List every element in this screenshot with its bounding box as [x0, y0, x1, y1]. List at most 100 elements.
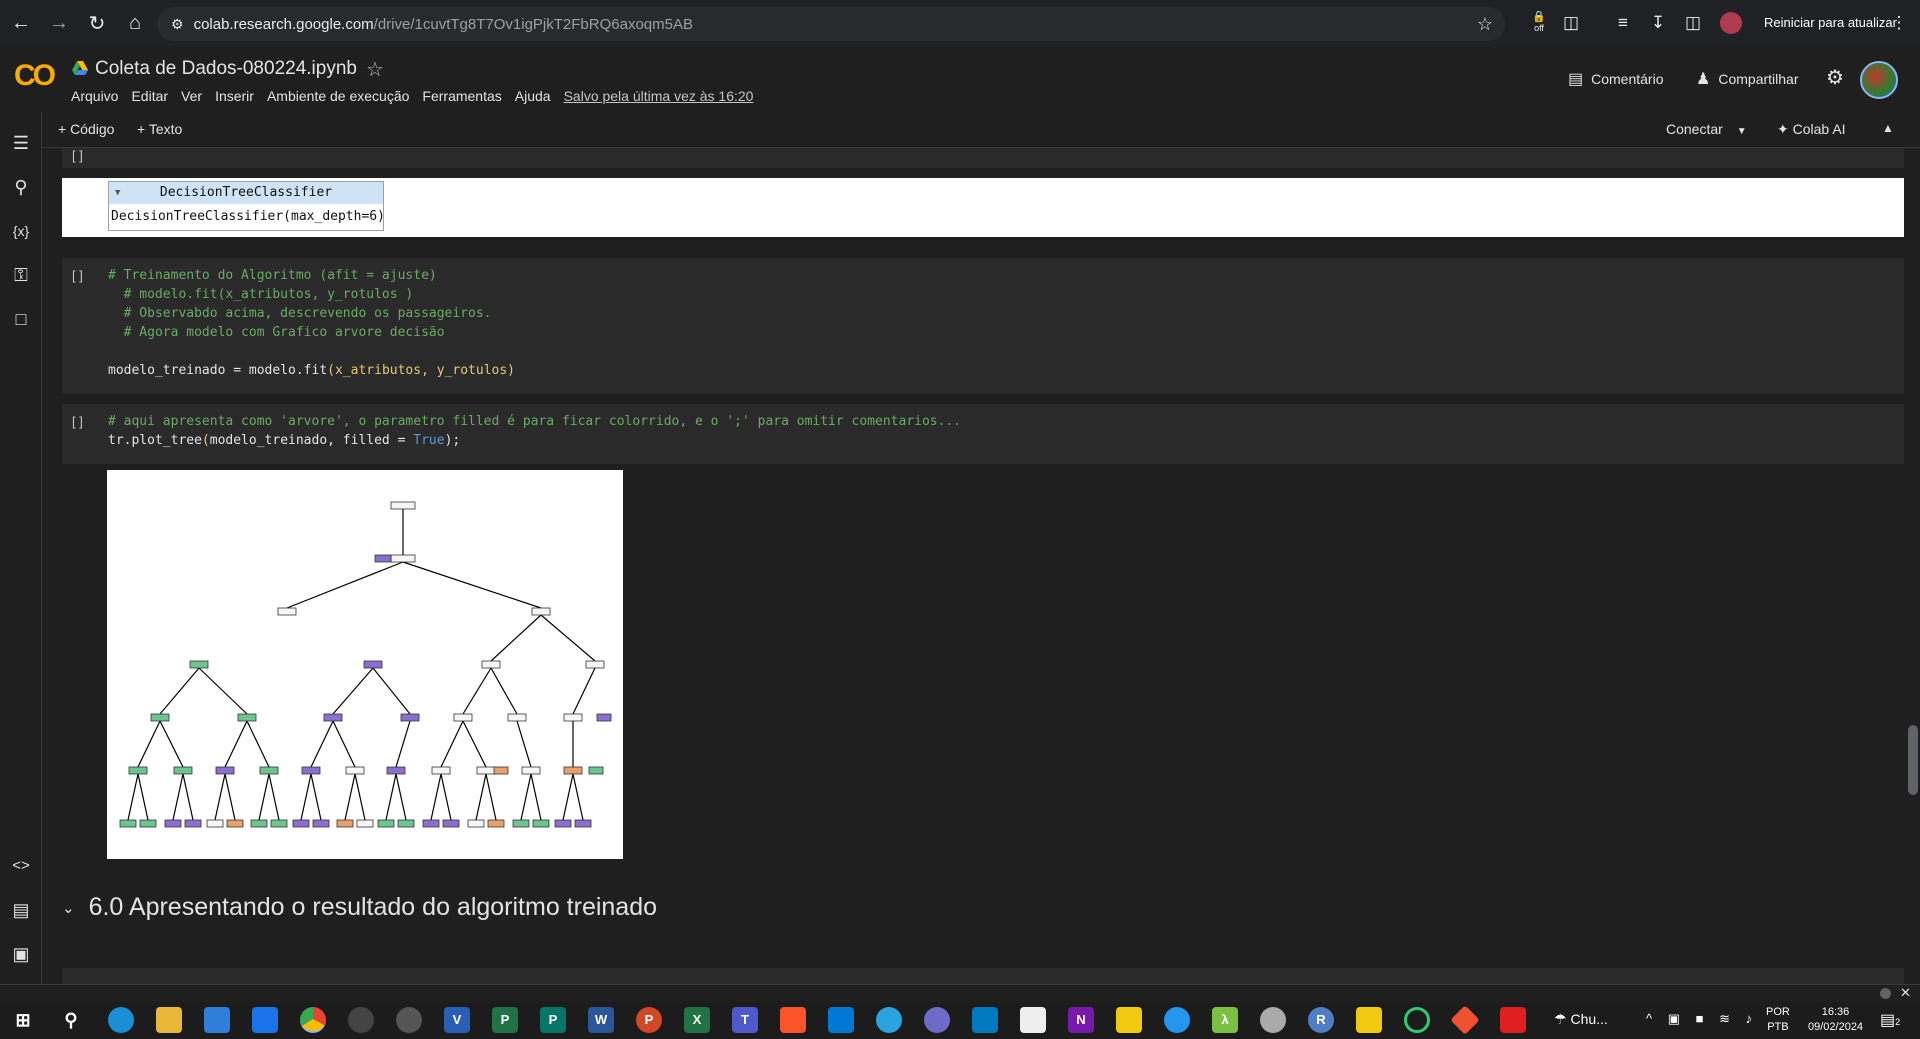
share-button[interactable]: ♟ Compartilhar: [1696, 69, 1798, 89]
home-icon[interactable]: ⌂: [118, 7, 152, 41]
weather-widget[interactable]: ☂ Chu...: [1554, 1011, 1608, 1028]
download-icon[interactable]: ↧: [1647, 12, 1669, 34]
notifications-icon[interactable]: ▤2: [1880, 1010, 1900, 1030]
menu-ver[interactable]: Ver: [181, 88, 202, 104]
bookmark-star-icon[interactable]: ☆: [1477, 14, 1493, 35]
store-icon[interactable]: [204, 1007, 230, 1033]
expand-caret-icon[interactable]: ▼: [115, 182, 120, 204]
files-folder-icon[interactable]: □: [8, 306, 34, 332]
code-snippets-icon[interactable]: <>: [8, 853, 34, 879]
menu-ferramentas[interactable]: Ferramentas: [422, 88, 501, 104]
project-icon[interactable]: P: [492, 1007, 518, 1033]
colab-ai-icon: ✦: [1777, 121, 1789, 137]
trello-icon[interactable]: [972, 1007, 998, 1033]
mail-icon[interactable]: [252, 1007, 278, 1033]
avatar[interactable]: [1860, 61, 1898, 99]
collapse-chevron-up-icon[interactable]: ▲: [1882, 121, 1894, 135]
browser-menu-icon[interactable]: ⋮: [1888, 12, 1910, 34]
terminal-icon[interactable]: ▣: [8, 941, 34, 967]
secrets-key-icon[interactable]: ⚿: [8, 262, 34, 288]
run-cell-button[interactable]: [ ]: [72, 148, 83, 163]
file-explorer-icon[interactable]: [156, 1007, 182, 1033]
search-icon[interactable]: ⚲: [58, 1007, 84, 1033]
menu-ambiente-execucao[interactable]: Ambiente de execução: [267, 88, 409, 104]
weather-label: Chu...: [1570, 1011, 1608, 1027]
extension-off-icon[interactable]: 🔒 off: [1528, 12, 1550, 34]
input-language[interactable]: POR PTB: [1766, 1005, 1790, 1035]
visio-icon[interactable]: V: [444, 1007, 470, 1033]
saved-status-link[interactable]: Salvo pela última vez às 16:20: [564, 88, 754, 104]
menu-inserir[interactable]: Inserir: [215, 88, 254, 104]
chevron-down-icon: ▼: [1736, 126, 1747, 137]
scrollbar[interactable]: [1908, 725, 1918, 795]
forward-icon[interactable]: →: [42, 7, 76, 41]
app-icon[interactable]: [396, 1007, 422, 1033]
menu-ajuda[interactable]: Ajuda: [515, 88, 551, 104]
estimator-widget[interactable]: ▼ DecisionTreeClassifier DecisionTreeCla…: [108, 181, 385, 231]
notepad-icon[interactable]: [1020, 1007, 1046, 1033]
tree-node: [128, 766, 148, 775]
windows-start-icon[interactable]: ⊞: [10, 1007, 36, 1033]
code-cell[interactable]: [ ] # Treinamento do Algoritmo (afit = a…: [62, 258, 1904, 394]
git-icon[interactable]: [1450, 1005, 1480, 1035]
menu-arquivo[interactable]: Arquivo: [71, 88, 118, 104]
side-panel-icon[interactable]: ◫: [1682, 12, 1704, 34]
app-icon[interactable]: [1116, 1007, 1142, 1033]
word-icon[interactable]: W: [588, 1007, 614, 1033]
tree-edge: [310, 720, 334, 768]
lambda-icon[interactable]: λ: [1212, 1007, 1238, 1033]
colab-logo[interactable]: CO: [14, 61, 56, 91]
run-cell-button[interactable]: [ ]: [72, 268, 83, 283]
profile-icon[interactable]: [1720, 12, 1742, 34]
menu-editar[interactable]: Editar: [131, 88, 168, 104]
docker-icon[interactable]: [1164, 1007, 1190, 1033]
add-text-button[interactable]: + Texto: [137, 121, 182, 137]
excel-icon[interactable]: X: [684, 1007, 710, 1033]
comment-button[interactable]: ▤ Comentário: [1568, 69, 1664, 89]
app-icon[interactable]: [1404, 1007, 1430, 1033]
edge-browser-icon[interactable]: [108, 1007, 134, 1033]
star-icon[interactable]: ☆: [366, 57, 384, 82]
clock[interactable]: 16:36 09/02/2024: [1808, 1005, 1863, 1035]
vscode-icon[interactable]: [828, 1007, 854, 1033]
chrome-icon[interactable]: [300, 1007, 326, 1033]
powerbi-icon[interactable]: [1356, 1007, 1382, 1033]
powerpoint-icon[interactable]: P: [636, 1007, 662, 1033]
collapse-chevron-icon[interactable]: ⌄: [62, 899, 75, 917]
table-of-contents-icon[interactable]: ☰: [8, 130, 34, 156]
search-icon[interactable]: ⚲: [8, 174, 34, 200]
code-cell[interactable]: [62, 968, 1904, 984]
reload-icon[interactable]: ↻: [80, 7, 114, 41]
tree-edge: [562, 773, 574, 821]
site-info-icon[interactable]: ⚙: [171, 16, 184, 33]
acrobat-icon[interactable]: [1500, 1007, 1526, 1033]
app-icon[interactable]: [348, 1007, 374, 1033]
run-cell-button[interactable]: [ ]: [72, 414, 83, 429]
r-lang-icon[interactable]: R: [1308, 1007, 1334, 1033]
code-cell[interactable]: [ ]: [62, 148, 1904, 168]
restart-update-button[interactable]: Reiniciar para atualizar: [1752, 8, 1909, 38]
tray-icons[interactable]: ^ ▣ ■ ≋ ♪: [1646, 1011, 1758, 1027]
close-icon[interactable]: ✕: [1900, 985, 1911, 1001]
section-heading[interactable]: ⌄ 6.0 Apresentando o resultado do algori…: [62, 893, 657, 922]
media-queue-icon[interactable]: ≡: [1612, 12, 1634, 34]
code-cell[interactable]: [ ] # aqui apresenta como 'arvore', o pa…: [62, 404, 1904, 464]
connect-button[interactable]: Conectar ▼: [1666, 121, 1747, 137]
teams-icon[interactable]: T: [732, 1007, 758, 1033]
colab-ai-button[interactable]: ✦ Colab AI: [1777, 121, 1846, 138]
brave-icon[interactable]: [780, 1007, 806, 1033]
address-bar[interactable]: ⚙ colab.research.google.com/drive/1cuvtT…: [157, 7, 1505, 41]
notebook-title[interactable]: Coleta de Dados-080224.ipynb: [95, 58, 357, 80]
app-icon[interactable]: [1260, 1007, 1286, 1033]
variables-icon[interactable]: {x}: [8, 218, 34, 244]
settings-gear-icon[interactable]: ⚙: [1826, 65, 1844, 90]
command-palette-icon[interactable]: ▤: [8, 897, 34, 923]
publisher-icon[interactable]: P: [540, 1007, 566, 1033]
extensions-icon[interactable]: ◫: [1560, 12, 1582, 34]
back-icon[interactable]: ←: [4, 7, 38, 41]
app-icon[interactable]: [924, 1007, 950, 1033]
estimator-header[interactable]: ▼ DecisionTreeClassifier: [109, 182, 383, 204]
telegram-icon[interactable]: [876, 1007, 902, 1033]
onenote-icon[interactable]: N: [1068, 1007, 1094, 1033]
add-code-button[interactable]: + Código: [58, 121, 114, 137]
